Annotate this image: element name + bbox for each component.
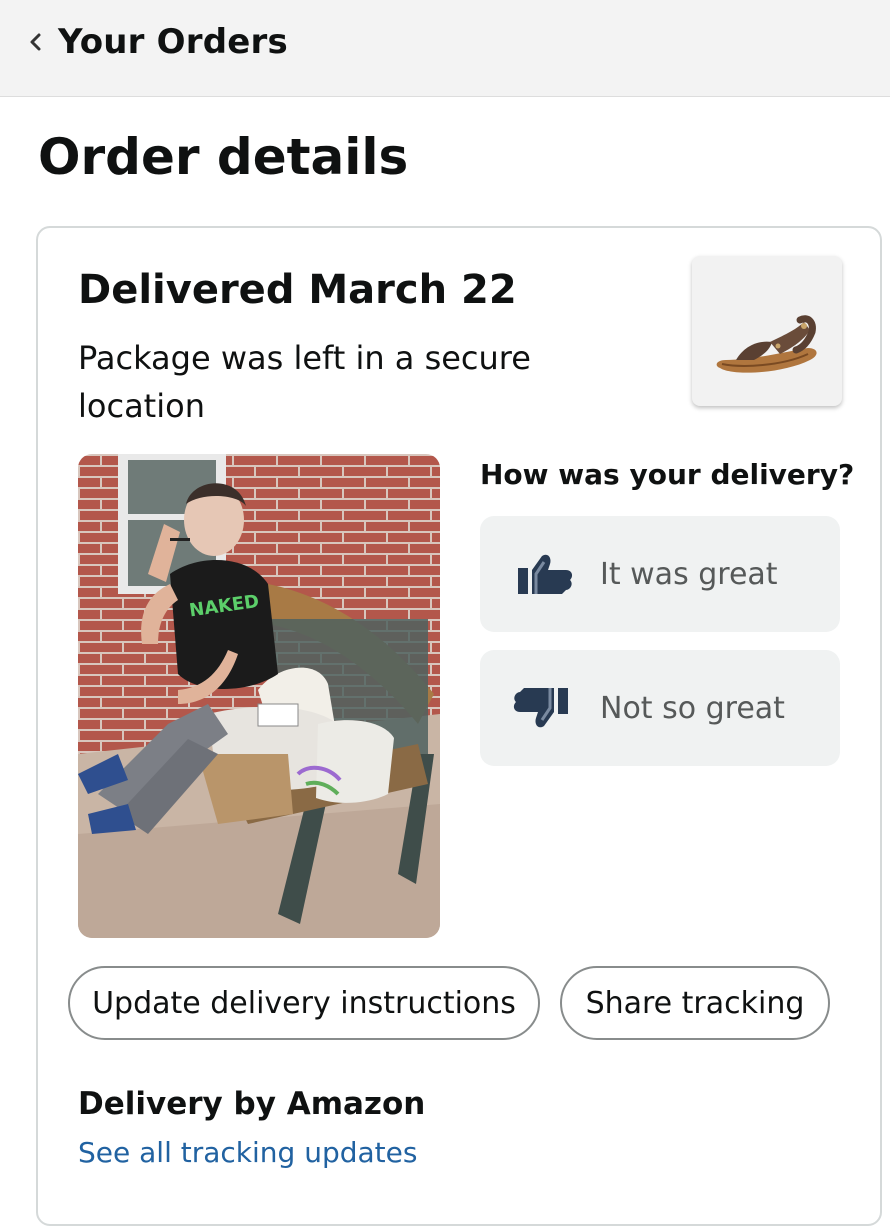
delivery-feedback-question: How was your delivery?	[480, 458, 855, 491]
see-all-tracking-link[interactable]: See all tracking updates	[78, 1132, 417, 1174]
feedback-great-label: It was great	[600, 556, 778, 592]
thumbs-down-icon	[513, 688, 568, 728]
page-title: Order details	[38, 128, 409, 186]
feedback-great-button[interactable]: It was great	[480, 516, 840, 632]
product-thumbnail[interactable]	[692, 256, 842, 406]
delivery-photo-image: NAKED	[78, 454, 440, 938]
share-tracking-button[interactable]: Share tracking	[560, 966, 830, 1040]
delivery-status-detail: Package was left in a secure location	[78, 339, 531, 425]
carrier-label: Delivery by Amazon	[78, 1086, 426, 1122]
chevron-left-icon	[30, 33, 41, 51]
sandal-image	[716, 315, 817, 373]
delivery-photo[interactable]: NAKED	[78, 454, 440, 938]
feedback-not-great-button[interactable]: Not so great	[480, 650, 840, 766]
back-to-orders-link[interactable]: Your Orders	[28, 18, 288, 66]
update-delivery-instructions-button[interactable]: Update delivery instructions	[68, 966, 540, 1040]
back-link-label: Your Orders	[58, 22, 288, 62]
delivery-status-title: Delivered March 22	[78, 267, 517, 313]
feedback-not-great-label: Not so great	[600, 690, 785, 726]
top-nav-bar: Your Orders	[0, 0, 890, 97]
thumbs-up-icon	[518, 554, 573, 594]
